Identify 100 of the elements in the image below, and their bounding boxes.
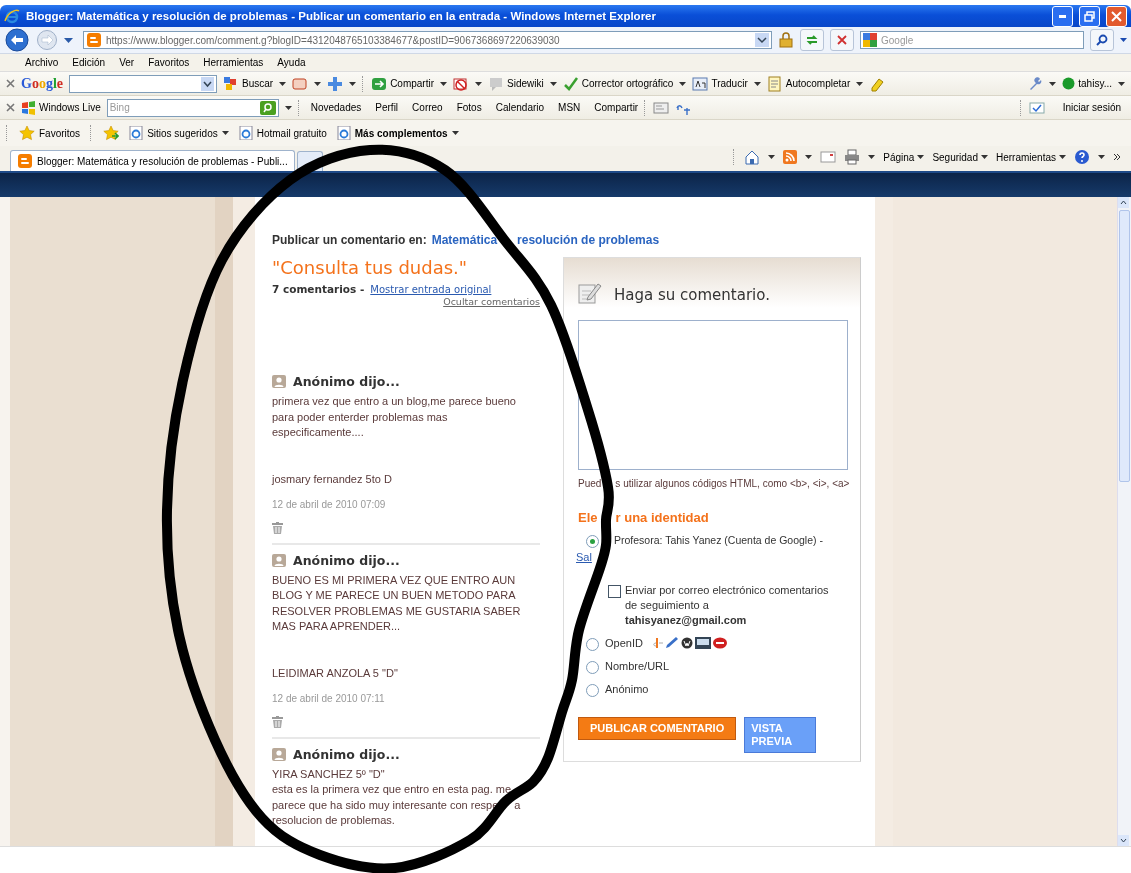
wordpress-icon[interactable] <box>680 637 693 649</box>
checkbox[interactable] <box>608 585 621 598</box>
caret-icon[interactable] <box>451 131 459 135</box>
toolbar-button-label[interactable]: Buscar <box>242 78 274 89</box>
toolbar-button[interactable]: Corrector ortográfico <box>562 75 674 92</box>
toolbar-button-label[interactable]: Corrector ortográfico <box>581 78 674 89</box>
dropdown-icon[interactable] <box>201 76 214 91</box>
blocked-popup-icon[interactable] <box>453 75 470 92</box>
toolbar-button-label[interactable]: Traducir <box>711 78 748 89</box>
printer-icon[interactable] <box>844 149 861 165</box>
caret-icon[interactable] <box>1059 155 1066 159</box>
toolbar-button-label[interactable]: Compartir <box>390 78 435 89</box>
toolbar-link[interactable]: Perfil <box>375 102 399 113</box>
lock-icon[interactable] <box>778 32 794 48</box>
home-icon[interactable] <box>744 149 761 165</box>
close-icon[interactable] <box>6 79 15 88</box>
pencil-icon[interactable] <box>664 637 679 649</box>
caret-icon[interactable] <box>1118 81 1125 86</box>
caret-icon[interactable] <box>868 155 876 159</box>
dropdown-icon[interactable] <box>64 37 73 43</box>
toolbar-link[interactable]: Compartir <box>594 102 639 113</box>
scroll-up-icon[interactable] <box>1118 197 1129 208</box>
trash-icon[interactable] <box>272 521 283 534</box>
command-menu[interactable]: Herramientas <box>995 151 1066 163</box>
favorite-link[interactable]: Sitios sugeridos <box>129 126 229 140</box>
restore-button[interactable] <box>1079 5 1100 27</box>
blog-link[interactable]: Matemática <box>431 233 498 247</box>
account-button[interactable]: tahisy... <box>1062 77 1112 90</box>
menu-item[interactable]: Favoritos <box>141 57 197 68</box>
toolbar-button-label[interactable]: Autocompletar <box>785 78 851 89</box>
caret-icon[interactable] <box>284 105 292 110</box>
caret-icon[interactable] <box>753 81 761 86</box>
menu-item[interactable]: Archivo <box>18 57 66 68</box>
hide-comments-link[interactable]: Ocultar comentarios <box>272 296 540 307</box>
browser-tab[interactable]: Blogger: Matemática y resolución de problemas - Publi... <box>10 150 295 171</box>
caret-icon[interactable] <box>314 81 322 86</box>
command-menu[interactable]: Página <box>883 151 925 163</box>
caret-icon[interactable] <box>221 131 229 135</box>
plus-icon[interactable] <box>327 75 344 92</box>
messenger-icon[interactable] <box>1028 101 1045 114</box>
close-button[interactable] <box>1106 5 1127 27</box>
help-icon[interactable] <box>1074 149 1090 165</box>
toolbar-button-label[interactable]: Sidewiki <box>507 78 544 89</box>
show-post-link[interactable]: Mostrar entrada original <box>370 284 492 295</box>
menu-item[interactable]: Ver <box>112 57 142 68</box>
chat-icon[interactable] <box>694 637 711 649</box>
stop-button[interactable] <box>830 29 854 51</box>
toolbar-button[interactable]: Sidewiki <box>488 75 544 92</box>
mail-icon[interactable] <box>820 151 837 163</box>
toolbar-link[interactable]: Novedades <box>310 102 362 113</box>
search-field[interactable] <box>69 74 217 93</box>
caret-icon[interactable] <box>1098 155 1105 159</box>
rss-feed-icon[interactable] <box>783 150 798 164</box>
radio-button[interactable] <box>586 535 599 548</box>
toolbar-link[interactable]: MSN <box>558 102 581 113</box>
comment-input[interactable] <box>578 320 848 470</box>
dropdown-icon[interactable] <box>1120 38 1127 42</box>
caret-icon[interactable] <box>440 81 448 86</box>
toolbar-link[interactable]: Fotos <box>456 102 482 113</box>
caret-icon[interactable] <box>279 81 287 86</box>
caret-icon[interactable] <box>856 81 864 86</box>
scroll-down-icon[interactable] <box>1118 835 1129 846</box>
radio-button[interactable] <box>586 684 599 697</box>
minimize-button[interactable] <box>1052 5 1073 27</box>
menu-item[interactable]: Edición <box>65 57 113 68</box>
trash-icon[interactable] <box>272 715 283 728</box>
windows-live-button[interactable]: Windows Live <box>21 100 101 115</box>
blog-link[interactable]: resolución de problemas <box>517 233 660 247</box>
radio-button[interactable] <box>586 661 599 674</box>
chevron-icon[interactable] <box>1113 153 1121 161</box>
scrollbar[interactable] <box>1117 197 1131 846</box>
radio-button[interactable] <box>586 638 599 651</box>
sign-out-link[interactable]: Sal <box>576 551 592 563</box>
caret-icon[interactable] <box>768 155 776 159</box>
toolbar-button[interactable]: Traducir <box>692 75 748 92</box>
favorite-link[interactable]: Más complementos <box>336 126 459 140</box>
menu-item[interactable]: Ayuda <box>270 57 313 68</box>
close-icon[interactable] <box>6 103 15 112</box>
caret-icon[interactable] <box>679 81 687 86</box>
favorites-button[interactable]: Favoritos <box>19 125 81 141</box>
caret-icon[interactable] <box>549 81 557 86</box>
caret-icon[interactable] <box>805 155 813 159</box>
toolbar-button[interactable]: Autocompletar <box>766 75 851 92</box>
toolbar-link[interactable]: Calendario <box>495 102 545 113</box>
caret-icon[interactable] <box>475 81 483 86</box>
command-menu[interactable]: Seguridad <box>932 151 988 163</box>
aim-icon[interactable] <box>712 637 727 649</box>
caret-icon[interactable] <box>1049 81 1057 86</box>
bookmark-icon[interactable] <box>292 75 309 92</box>
address-field[interactable]: https://www.blogger.com/comment.g?blogID=4312048765103384677&postID=9067368697220639030 <box>83 31 772 49</box>
refresh-button[interactable] <box>800 29 824 51</box>
toolbar-link[interactable]: Correo <box>412 102 443 113</box>
caret-icon[interactable] <box>917 155 925 159</box>
caret-icon[interactable] <box>349 81 357 86</box>
menu-item[interactable]: Herramientas <box>196 57 271 68</box>
sign-in-link[interactable]: Iniciar sesión <box>1062 102 1121 113</box>
caret-icon[interactable] <box>980 155 988 159</box>
toolbar-button[interactable]: Compartir <box>371 75 435 92</box>
toolbar-button[interactable]: Buscar <box>223 75 274 92</box>
search-button[interactable] <box>1090 29 1114 51</box>
